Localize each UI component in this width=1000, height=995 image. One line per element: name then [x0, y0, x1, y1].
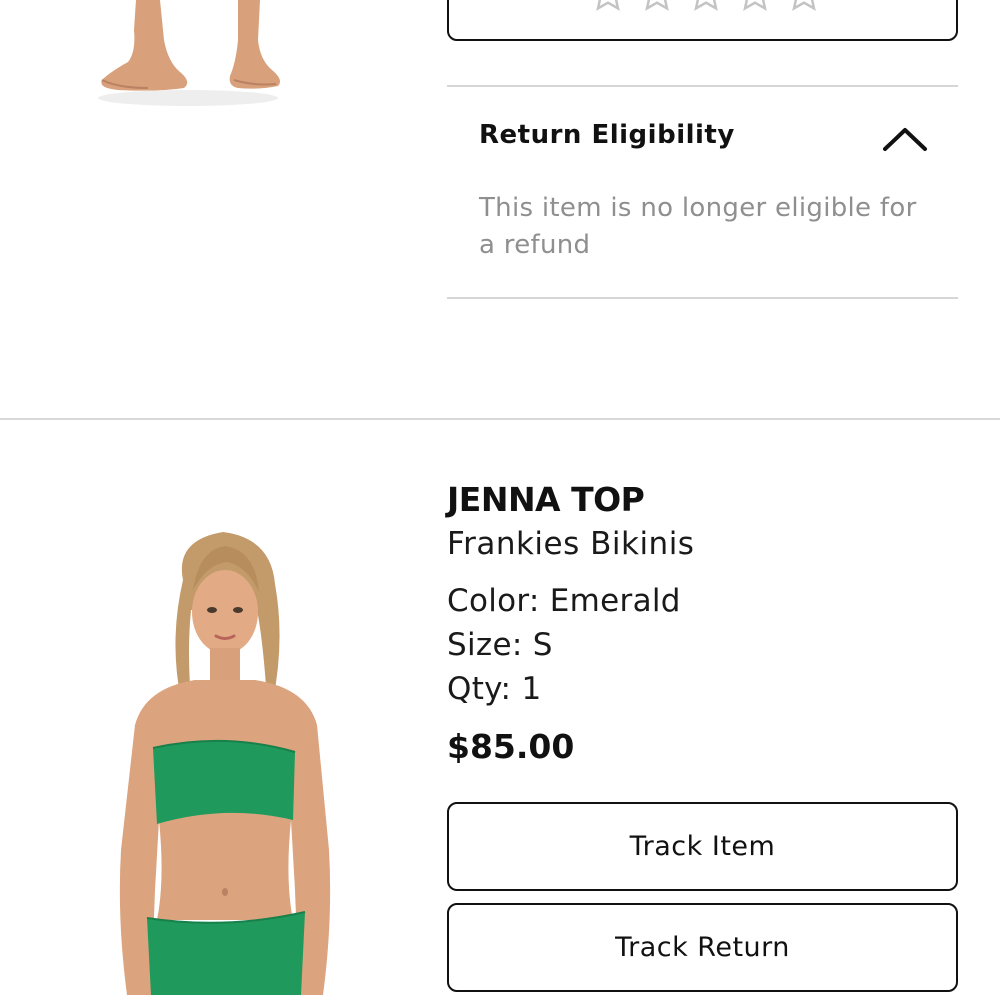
product-image[interactable] — [95, 520, 355, 995]
rating-box — [447, 0, 958, 41]
divider — [447, 85, 958, 87]
star-icon[interactable] — [589, 0, 627, 13]
previous-item-image[interactable] — [88, 0, 298, 108]
product-price: $85.00 — [447, 727, 575, 766]
track-item-button[interactable]: Track Item — [447, 802, 958, 891]
section-divider — [0, 418, 1000, 420]
product-quantity: Qty: 1 — [447, 671, 542, 707]
star-icon[interactable] — [785, 0, 823, 13]
product-brand[interactable]: Frankies Bikinis — [447, 526, 694, 562]
star-icon[interactable] — [736, 0, 774, 13]
return-eligibility-title[interactable]: Return Eligibility — [479, 120, 735, 150]
chevron-up-icon[interactable] — [879, 119, 931, 159]
rating-stars — [589, 0, 823, 13]
divider — [447, 297, 958, 299]
return-eligibility-message: This item is no longer eligible for a re… — [479, 193, 917, 260]
product-color: Color: Emerald — [447, 583, 681, 619]
product-size: Size: S — [447, 627, 553, 663]
star-icon[interactable] — [638, 0, 676, 13]
product-name[interactable]: JENNA TOP — [447, 480, 645, 519]
track-return-button[interactable]: Track Return — [447, 903, 958, 992]
star-icon[interactable] — [687, 0, 725, 13]
